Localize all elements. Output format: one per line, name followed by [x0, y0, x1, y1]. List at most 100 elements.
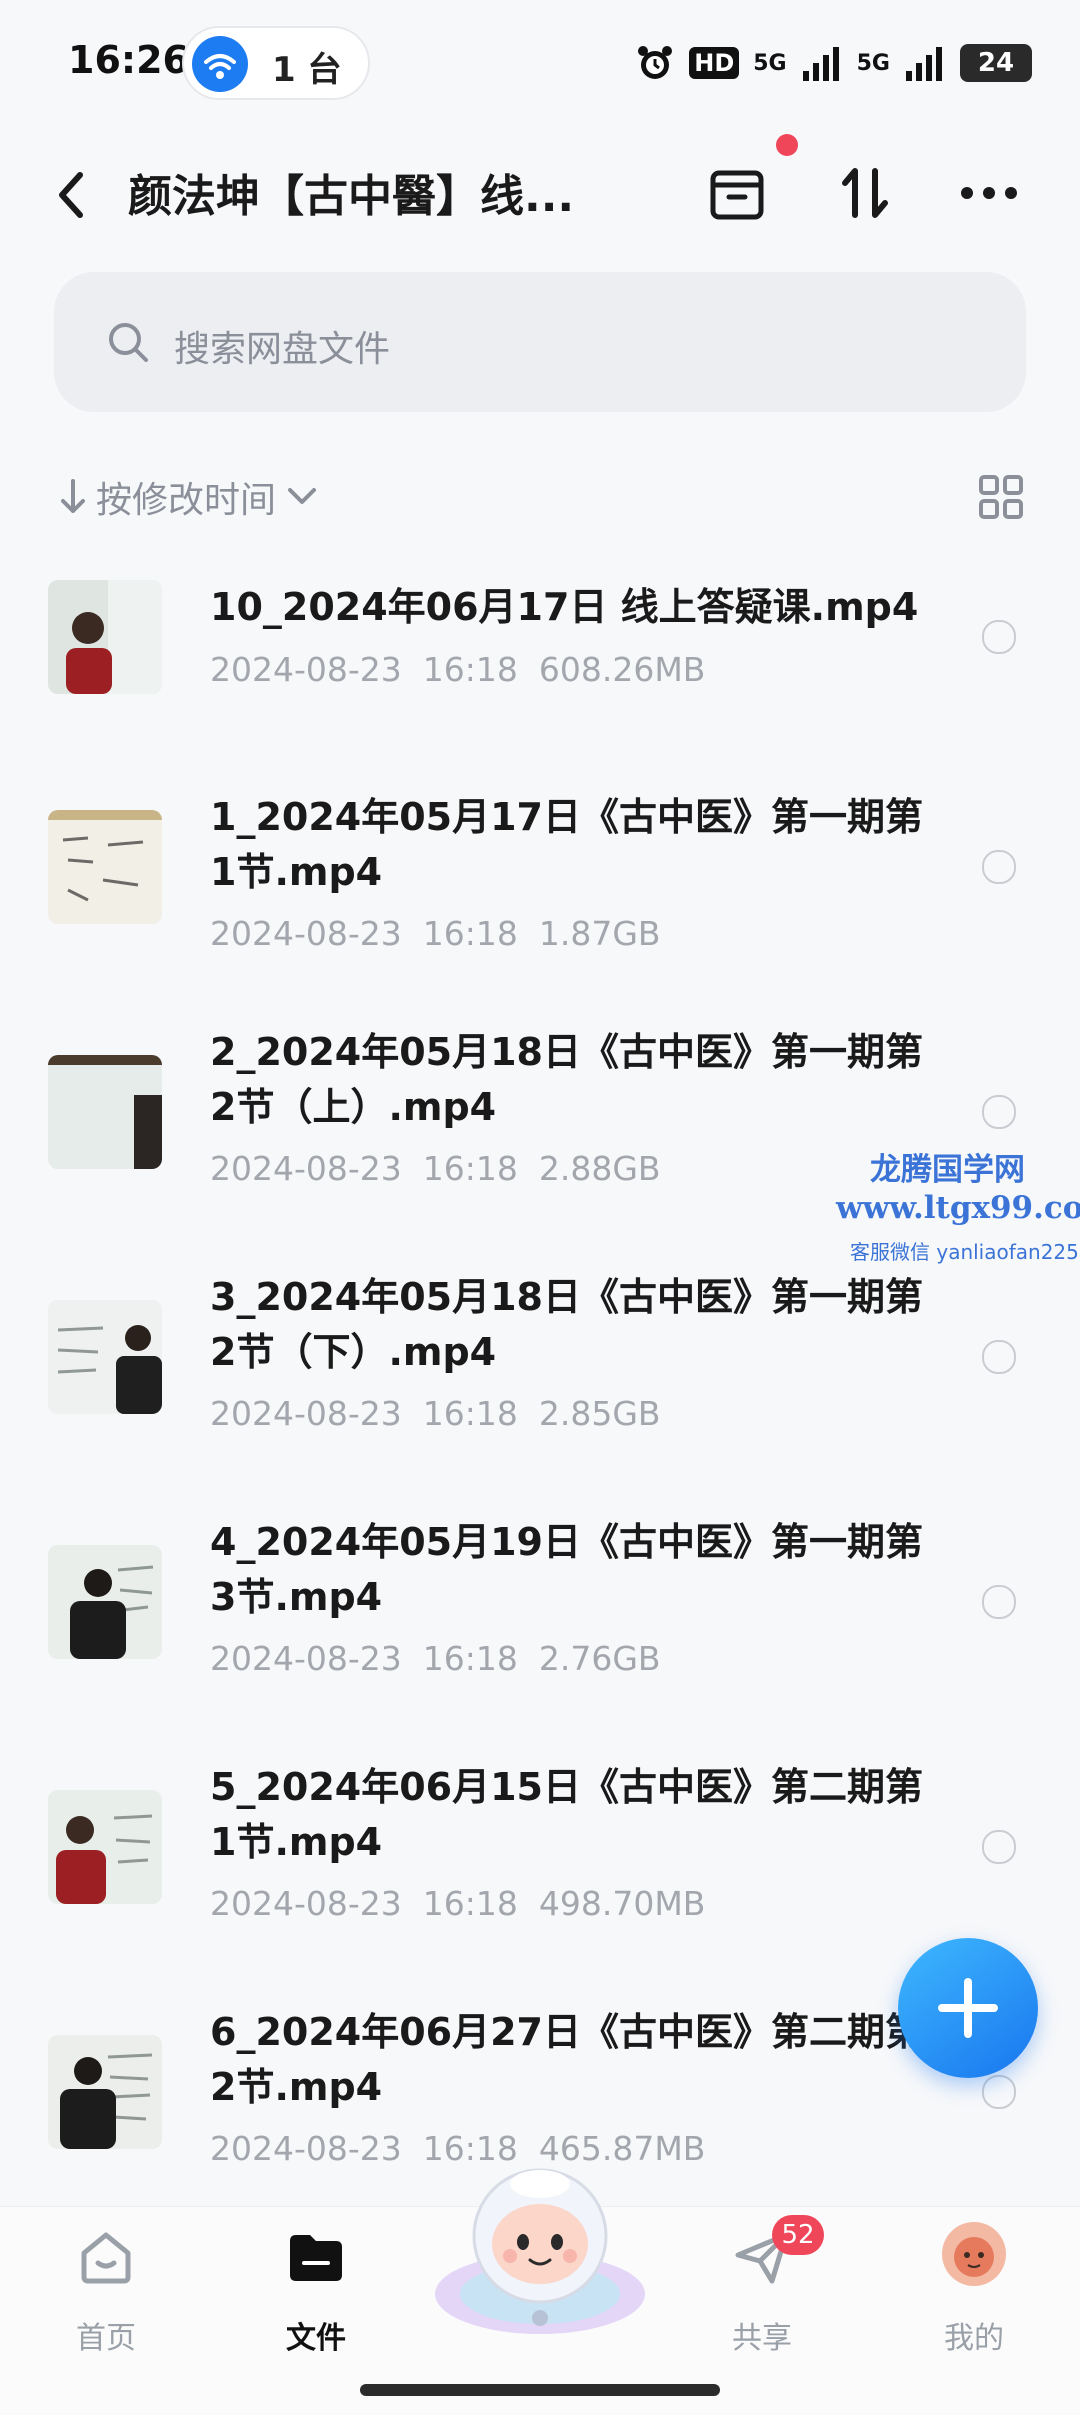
box-icon	[710, 170, 764, 220]
search-input[interactable]: 搜索网盘文件	[54, 272, 1026, 412]
video-thumbnail	[48, 1790, 162, 1904]
select-checkbox[interactable]	[982, 850, 1016, 884]
file-date: 2024-08-23	[210, 650, 402, 689]
file-meta: 2024-08-23 16:18 2.76GB	[210, 1639, 661, 1678]
file-row[interactable]: 3_2024年05月18日《古中医》第一期第2节（下）.mp4 2024-08-…	[0, 1270, 1080, 1500]
file-time: 16:18	[422, 1884, 518, 1923]
watermark-url: www.ltgx99.com	[836, 1190, 1080, 1226]
file-time: 16:18	[422, 914, 518, 953]
file-time: 16:18	[422, 1394, 518, 1433]
select-checkbox[interactable]	[982, 1830, 1016, 1864]
signal-icon	[802, 47, 839, 81]
watermark-contact: 客服微信 yanliaofan225	[850, 1240, 1079, 1264]
page-title: 颜法坤【古中醫】线...	[128, 171, 575, 222]
notification-dot	[776, 134, 798, 156]
add-button[interactable]	[898, 1938, 1038, 2078]
file-row[interactable]: 5_2024年06月15日《古中医》第二期第1节.mp4 2024-08-23 …	[0, 1760, 1080, 1990]
wifi-icon	[192, 36, 248, 92]
video-thumbnail	[48, 1545, 162, 1659]
video-thumbnail	[48, 1055, 162, 1169]
nav-item-share[interactable]: 52 共享	[682, 2215, 842, 2377]
file-size: 2.76GB	[538, 1639, 661, 1678]
file-date: 2024-08-23	[210, 2129, 402, 2168]
network-type-2: 5G	[856, 50, 890, 76]
file-meta: 2024-08-23 16:18 498.70MB	[210, 1884, 705, 1923]
nav-item-home[interactable]: 首页	[26, 2227, 186, 2377]
nav-label: 首页	[76, 2321, 136, 2356]
nav-label: 文件	[286, 2321, 346, 2356]
video-thumbnail	[48, 580, 162, 694]
file-meta: 2024-08-23 16:18 1.87GB	[210, 914, 661, 953]
file-date: 2024-08-23	[210, 1149, 402, 1188]
sort-order-button[interactable]	[830, 158, 900, 228]
grid-icon	[979, 475, 1023, 519]
select-checkbox[interactable]	[982, 1585, 1016, 1619]
file-time: 16:18	[422, 1149, 518, 1188]
file-size: 2.88GB	[538, 1149, 661, 1188]
file-meta: 2024-08-23 16:18 608.26MB	[210, 650, 705, 689]
nav-label: 我的	[944, 2321, 1004, 2356]
status-bar: 16:26 1 台 HD 5G 5G 24	[0, 0, 1080, 120]
robot-mascot-icon	[435, 2168, 645, 2334]
file-date: 2024-08-23	[210, 1394, 402, 1433]
video-thumbnail	[48, 810, 162, 924]
share-badge: 52	[772, 2215, 824, 2255]
file-size: 2.85GB	[538, 1394, 661, 1433]
back-button[interactable]	[50, 165, 94, 225]
network-type-1: 5G	[753, 50, 787, 76]
home-icon	[81, 2232, 131, 2284]
watermark-title: 龙腾国学网	[870, 1152, 1025, 1188]
search-placeholder: 搜索网盘文件	[174, 329, 391, 370]
connected-devices-pill[interactable]: 1 台	[182, 26, 370, 100]
assistant-mascot-button[interactable]	[430, 2144, 650, 2340]
file-meta: 2024-08-23 16:18 2.85GB	[210, 1394, 661, 1433]
file-name: 6_2024年06月27日《古中医》第二期第2节.mp4	[210, 2010, 923, 2109]
file-name: 4_2024年05月19日《古中医》第一期第3节.mp4	[210, 1520, 923, 1619]
file-name: 10_2024年06月17日 线上答疑课.mp4	[210, 585, 919, 629]
file-meta: 2024-08-23 16:18 2.88GB	[210, 1149, 661, 1188]
chevron-left-icon	[59, 172, 83, 218]
video-thumbnail	[48, 2035, 162, 2149]
battery-icon: 24	[960, 44, 1032, 82]
avatar-icon	[942, 2222, 1006, 2286]
more-dots-icon	[961, 187, 1017, 199]
file-name: 1_2024年05月17日《古中医》第一期第1节.mp4	[210, 795, 923, 894]
file-name: 2_2024年05月18日《古中医》第一期第2节（上）.mp4	[210, 1030, 923, 1129]
file-name: 5_2024年06月15日《古中医》第二期第1节.mp4	[210, 1765, 923, 1864]
swap-vertical-icon	[842, 168, 888, 218]
select-checkbox[interactable]	[982, 2075, 1016, 2109]
file-row[interactable]: 4_2024年05月19日《古中医》第一期第3节.mp4 2024-08-23 …	[0, 1515, 1080, 1745]
home-indicator[interactable]	[360, 2384, 720, 2396]
file-row[interactable]: 1_2024年05月17日《古中医》第一期第1节.mp4 2024-08-23 …	[0, 780, 1080, 1010]
system-icons: HD 5G 5G 24	[635, 38, 1032, 88]
file-size: 608.26MB	[538, 650, 706, 689]
nav-label: 共享	[732, 2321, 792, 2356]
sort-dropdown[interactable]: 按修改时间	[58, 472, 320, 522]
signal-icon	[906, 47, 942, 81]
more-options-button[interactable]	[954, 158, 1024, 228]
search-icon	[109, 323, 148, 362]
grid-view-toggle[interactable]	[978, 474, 1024, 520]
nav-item-files[interactable]: 文件	[236, 2227, 396, 2377]
video-thumbnail	[48, 1300, 162, 1414]
folder-icon	[290, 2235, 342, 2281]
file-time: 16:18	[422, 1639, 518, 1678]
file-row[interactable]: 10_2024年06月17日 线上答疑课.mp4 2024-08-23 16:1…	[0, 560, 1080, 790]
select-checkbox[interactable]	[982, 1340, 1016, 1374]
select-checkbox[interactable]	[982, 1095, 1016, 1129]
file-size: 498.70MB	[538, 1884, 706, 1923]
select-checkbox[interactable]	[982, 620, 1016, 654]
file-date: 2024-08-23	[210, 1884, 402, 1923]
alarm-icon	[638, 46, 673, 79]
file-size: 1.87GB	[538, 914, 661, 953]
file-date: 2024-08-23	[210, 1639, 402, 1678]
arrow-down-icon	[61, 479, 85, 513]
file-name: 3_2024年05月18日《古中医》第一期第2节（下）.mp4	[210, 1275, 923, 1374]
nav-item-me[interactable]: 我的	[894, 2222, 1054, 2377]
file-time: 16:18	[422, 650, 518, 689]
transfer-list-button[interactable]	[702, 158, 772, 228]
chevron-down-icon	[288, 488, 317, 504]
file-date: 2024-08-23	[210, 914, 402, 953]
hd-icon: HD	[689, 47, 740, 79]
device-count: 1 台	[272, 50, 342, 90]
